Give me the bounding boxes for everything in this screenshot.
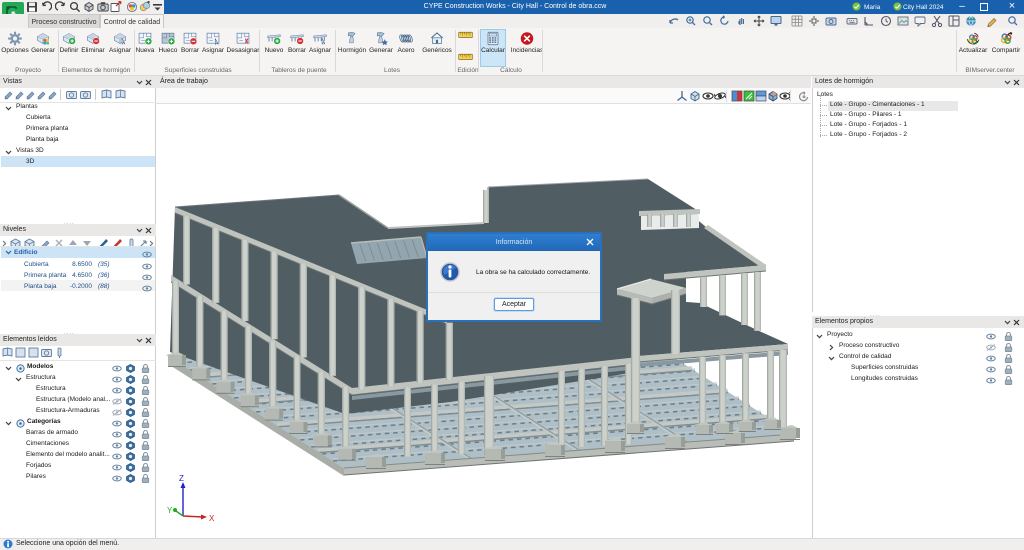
- svg-text:Y: Y: [167, 506, 173, 515]
- svg-text:Z: Z: [179, 474, 184, 483]
- svg-text:X: X: [209, 514, 215, 523]
